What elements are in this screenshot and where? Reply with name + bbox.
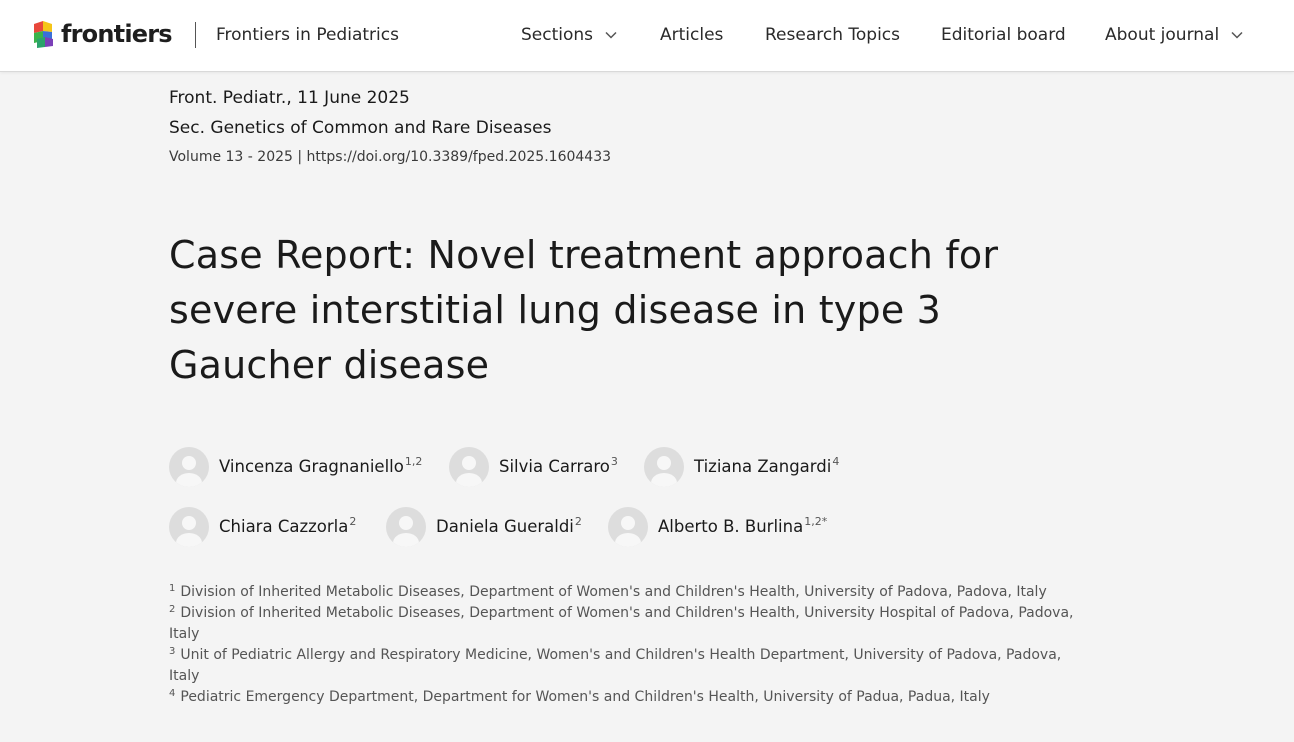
author-name[interactable]: Tiziana Zangardi4 <box>694 456 839 478</box>
nav-about-journal-label: About journal <box>1105 25 1220 45</box>
doi-link[interactable]: https://doi.org/10.3389/fped.2025.160443… <box>307 149 611 165</box>
author-item[interactable]: Daniela Gueraldi2 <box>386 507 582 547</box>
author-affil-sup: 2 <box>349 515 357 528</box>
nav-research-topics[interactable]: Research Topics <box>765 24 900 46</box>
chevron-down-icon <box>1231 31 1243 39</box>
journal-date: Front. Pediatr., 11 June 2025 <box>169 88 410 108</box>
author-name[interactable]: Silvia Carraro3 <box>499 456 618 478</box>
volume: Volume 13 - 2025 <box>169 149 293 165</box>
nav-editorial-board[interactable]: Editorial board <box>941 24 1066 46</box>
section-link[interactable]: Sec. Genetics of Common and Rare Disease… <box>169 117 551 139</box>
affiliation-number: 1 <box>169 583 176 594</box>
header-divider <box>195 22 196 48</box>
affiliation-text: Division of Inherited Metabolic Diseases… <box>180 584 1047 600</box>
author-name[interactable]: Vincenza Gragnaniello1,2 <box>219 456 422 478</box>
author-affil-sup: 4 <box>832 455 840 468</box>
author-item[interactable]: Tiziana Zangardi4 <box>644 447 839 487</box>
user-avatar-icon <box>169 447 209 487</box>
journal-name-link[interactable]: Frontiers in Pediatrics <box>216 24 399 46</box>
author-affil-sup: 1,2 <box>404 455 423 468</box>
article-title: Case Report: Novel treatment approach fo… <box>169 233 999 387</box>
affiliation-text: Unit of Pediatric Allergy and Respirator… <box>169 647 1062 684</box>
nav-sections[interactable]: Sections <box>521 24 617 46</box>
author-name[interactable]: Chiara Cazzorla2 <box>219 516 356 538</box>
nav-articles-label: Articles <box>660 25 724 45</box>
nav-editorial-board-label: Editorial board <box>941 25 1066 45</box>
logo-text: frontiers <box>61 20 173 48</box>
user-avatar-icon <box>386 507 426 547</box>
frontiers-logo-icon <box>34 21 53 48</box>
affiliation-number: 4 <box>169 688 176 699</box>
affiliation-number: 3 <box>169 646 176 657</box>
user-avatar-icon <box>169 507 209 547</box>
site-header: frontiers Frontiers in Pediatrics Sectio… <box>0 0 1294 72</box>
affiliation-item: 3 Unit of Pediatric Allergy and Respirato… <box>169 645 1079 687</box>
author-name[interactable]: Daniela Gueraldi2 <box>436 516 582 538</box>
nav-research-topics-label: Research Topics <box>765 25 900 45</box>
nav-about-journal[interactable]: About journal <box>1105 24 1243 46</box>
author-item[interactable]: Chiara Cazzorla2 <box>169 507 356 547</box>
chevron-down-icon <box>605 31 617 39</box>
affiliation-text: Pediatric Emergency Department, Departme… <box>180 689 990 705</box>
author-name[interactable]: Alberto B. Burlina1,2* <box>658 516 827 538</box>
affiliation-item: 2 Division of Inherited Metabolic Disease… <box>169 603 1079 645</box>
affiliation-item: 4 Pediatric Emergency Department, Departm… <box>169 687 1079 708</box>
frontiers-logo[interactable]: frontiers <box>32 19 173 49</box>
affiliation-item: 1 Division of Inherited Metabolic Disease… <box>169 582 1079 603</box>
user-avatar-icon <box>608 507 648 547</box>
nav-articles[interactable]: Articles <box>660 24 723 46</box>
meta-separator: | <box>297 149 303 165</box>
user-avatar-icon <box>644 447 684 487</box>
author-affil-sup: 2 <box>574 515 582 528</box>
nav-sections-label: Sections <box>521 25 594 45</box>
author-item[interactable]: Silvia Carraro3 <box>449 447 618 487</box>
author-item[interactable]: Vincenza Gragnaniello1,2 <box>169 447 422 487</box>
affiliation-number: 2 <box>169 604 176 615</box>
affiliations-list: 1 Division of Inherited Metabolic Disease… <box>169 582 1079 708</box>
author-affil-sup: 1,2* <box>804 515 828 528</box>
author-item[interactable]: Alberto B. Burlina1,2* <box>608 507 827 547</box>
affiliation-text: Division of Inherited Metabolic Diseases… <box>169 605 1074 642</box>
author-affil-sup: 3 <box>610 455 618 468</box>
user-avatar-icon <box>449 447 489 487</box>
volume-doi-line: Volume 13 - 2025 | https://doi.org/10.33… <box>169 147 611 167</box>
